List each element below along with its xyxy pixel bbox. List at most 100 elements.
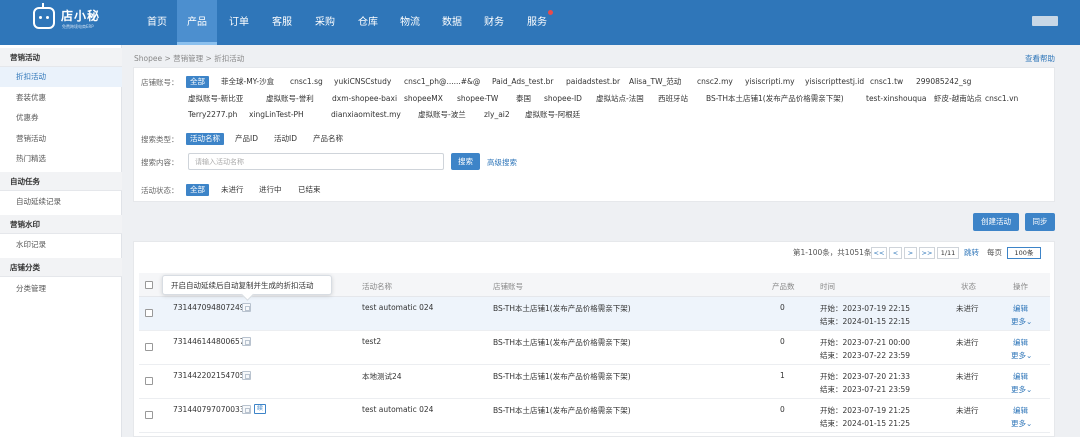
search-button[interactable]: 搜索 — [451, 153, 480, 170]
table-row[interactable]: 731447094807249 test automatic 024 BS-TH本土… — [139, 297, 1050, 331]
shop-tag[interactable]: 全部 — [186, 76, 209, 88]
row-checkbox[interactable] — [145, 411, 153, 419]
status-all[interactable]: 全部 — [186, 184, 209, 196]
shop-tag[interactable]: yisiscripttestj.id — [805, 76, 864, 88]
row-checkbox[interactable] — [145, 343, 153, 351]
row-checkbox[interactable] — [145, 309, 153, 317]
shop-tag[interactable]: paidadstest.br — [566, 76, 620, 88]
shop-tag[interactable]: yisiscripti.my — [745, 76, 795, 88]
sidebar-item-coupon[interactable]: 优惠券 — [0, 108, 122, 128]
table-row[interactable]: 731446144800657 test2 BS-TH本土店铺1(发布产品价格需亲下… — [139, 331, 1050, 365]
sidebar-item-watermark-records[interactable]: 水印记录 — [0, 235, 122, 255]
shop-tag[interactable]: cnsc2.my — [697, 76, 733, 88]
shop-tag[interactable]: test-xinshouqua — [866, 93, 927, 105]
brand-name[interactable]: 店小秘 — [61, 7, 100, 24]
shop-tag[interactable]: cnsc1.sg — [290, 76, 323, 88]
copy-icon[interactable] — [242, 371, 251, 380]
shop-tag[interactable]: Alisa_TW_范动 — [629, 76, 681, 88]
search-type-product-name[interactable]: 产品名称 — [313, 133, 343, 145]
nav-service[interactable]: 客服 — [263, 0, 301, 45]
per-page-select[interactable]: 100条 — [1007, 247, 1041, 259]
more-dropdown[interactable]: 更多⌄ — [1011, 350, 1032, 361]
pager-prev-button[interactable]: < — [889, 247, 902, 259]
pager-last-button[interactable]: >> — [919, 247, 935, 259]
copy-icon[interactable] — [242, 337, 251, 346]
shop-tag[interactable]: shopee-TW — [457, 93, 498, 105]
shop-tag[interactable]: cnsc1_ph@......#&@ — [404, 76, 480, 88]
advanced-search-link[interactable]: 高级搜索 — [487, 157, 517, 168]
search-type-activity-id[interactable]: 活动ID — [274, 133, 297, 145]
pager-first-button[interactable]: << — [871, 247, 887, 259]
shop-tag[interactable]: 299085242_sg — [916, 76, 971, 88]
robot-logo-icon[interactable] — [33, 7, 55, 29]
nav-services[interactable]: 服务 — [518, 0, 556, 45]
shop-tag[interactable]: 虾皮-越南站点 — [934, 93, 982, 105]
shop-tag[interactable]: dxm-shopee-baxi — [332, 93, 397, 105]
shop-tag[interactable]: shopee-ID — [544, 93, 582, 105]
edit-link[interactable]: 编辑 — [1013, 405, 1028, 416]
shop-tag[interactable]: 菲全球-MY-沙盒 — [221, 76, 274, 88]
status-in-progress[interactable]: 进行中 — [259, 184, 282, 196]
edit-link[interactable]: 编辑 — [1013, 371, 1028, 382]
help-link[interactable]: 查看帮助 — [1025, 53, 1055, 64]
nav-data[interactable]: 数据 — [433, 0, 471, 45]
search-input[interactable] — [188, 153, 444, 170]
shop-tag[interactable]: 虚拟账号-誉利 — [266, 93, 314, 105]
more-dropdown[interactable]: 更多⌄ — [1011, 384, 1032, 395]
sidebar-item-discount[interactable]: 折扣活动 — [0, 67, 122, 87]
pager-next-button[interactable]: > — [904, 247, 917, 259]
row-checkbox[interactable] — [145, 377, 153, 385]
sidebar-item-category-manage[interactable]: 分类管理 — [0, 279, 122, 299]
sync-button[interactable]: 同步 — [1025, 213, 1055, 231]
shop-tag[interactable]: shopeeMX — [404, 93, 443, 105]
shop-tag[interactable]: Paid_Ads_test.br — [492, 76, 553, 88]
create-activity-button[interactable]: 创建活动 — [973, 213, 1019, 231]
pager-per-page-label: 每页 — [987, 248, 1002, 257]
sidebar-item-bundle[interactable]: 套装优惠 — [0, 88, 122, 108]
search-type-label: 搜索类型： — [141, 135, 179, 144]
shop-tag[interactable]: cnsc1.vn — [985, 93, 1018, 105]
pager-page-indicator[interactable]: 1/11 — [937, 247, 959, 259]
nav-purchase[interactable]: 采购 — [306, 0, 344, 45]
shop-tag[interactable]: Terry2277.ph — [188, 109, 237, 121]
pager-jump-link[interactable]: 跳转 — [964, 247, 979, 259]
shop-tag[interactable]: 西班牙站 — [658, 93, 688, 105]
sidebar-item-hot-picks[interactable]: 热门精选 — [0, 149, 122, 169]
more-dropdown[interactable]: 更多⌄ — [1011, 316, 1032, 327]
table-row[interactable]: 731440797070033 续 test automatic 024 BS-TH本… — [139, 399, 1050, 433]
edit-link[interactable]: 编辑 — [1013, 337, 1028, 348]
search-type-product-id[interactable]: 产品ID — [235, 133, 258, 145]
sidebar-item-campaign[interactable]: 营销活动 — [0, 129, 122, 149]
copy-icon[interactable] — [242, 303, 251, 312]
status-ended[interactable]: 已结束 — [298, 184, 321, 196]
shop-tag[interactable]: 虚拟账号-波兰 — [418, 109, 466, 121]
search-type-activity-name[interactable]: 活动名称 — [186, 133, 224, 145]
select-all-checkbox[interactable] — [145, 281, 153, 289]
shop-tag[interactable]: 虚拟账号-新比亚 — [188, 93, 243, 105]
shop-tag[interactable]: 泰国 — [516, 93, 531, 105]
sidebar-item-auto-renew[interactable]: 自动延续记录 — [0, 192, 122, 212]
copy-icon[interactable] — [242, 405, 251, 414]
nav-warehouse[interactable]: 仓库 — [349, 0, 387, 45]
shop-tag[interactable]: zly_ai2 — [484, 109, 510, 121]
table-row[interactable]: 731442202154705 本地测试24 BS-TH本土店铺1(发布产品价格需亲… — [139, 365, 1050, 399]
edit-link[interactable]: 编辑 — [1013, 303, 1028, 314]
nav-finance[interactable]: 财务 — [475, 0, 513, 45]
shop-tag[interactable]: xingLinTest-PH — [249, 109, 304, 121]
user-avatar[interactable] — [1032, 16, 1058, 26]
nav-products[interactable]: 产品 — [177, 0, 217, 45]
nav-logistics[interactable]: 物流 — [391, 0, 429, 45]
auto-renew-badge[interactable]: 续 — [254, 404, 266, 414]
status-not-started[interactable]: 未进行 — [221, 184, 244, 196]
shop-tag[interactable]: cnsc1.tw — [870, 76, 903, 88]
more-dropdown[interactable]: 更多⌄ — [1011, 418, 1032, 429]
shop-tag[interactable]: 虚拟站点-法国 — [596, 93, 644, 105]
shop-tag[interactable]: 虚拟账号-阿根廷 — [525, 109, 580, 121]
nav-home[interactable]: 首页 — [138, 0, 176, 45]
shop-tag[interactable]: yukiCNSCstudy — [334, 76, 391, 88]
shop-tag[interactable]: dianxiaomitest.my — [331, 109, 401, 121]
nav-orders[interactable]: 订单 — [220, 0, 258, 45]
shop-tag[interactable]: BS-TH本土店铺1(发布产品价格需亲下架) — [706, 93, 844, 105]
breadcrumb: Shopee > 营销管理 > 折扣活动 — [134, 54, 245, 63]
shop-filter-label: 店铺账号： — [141, 78, 179, 87]
